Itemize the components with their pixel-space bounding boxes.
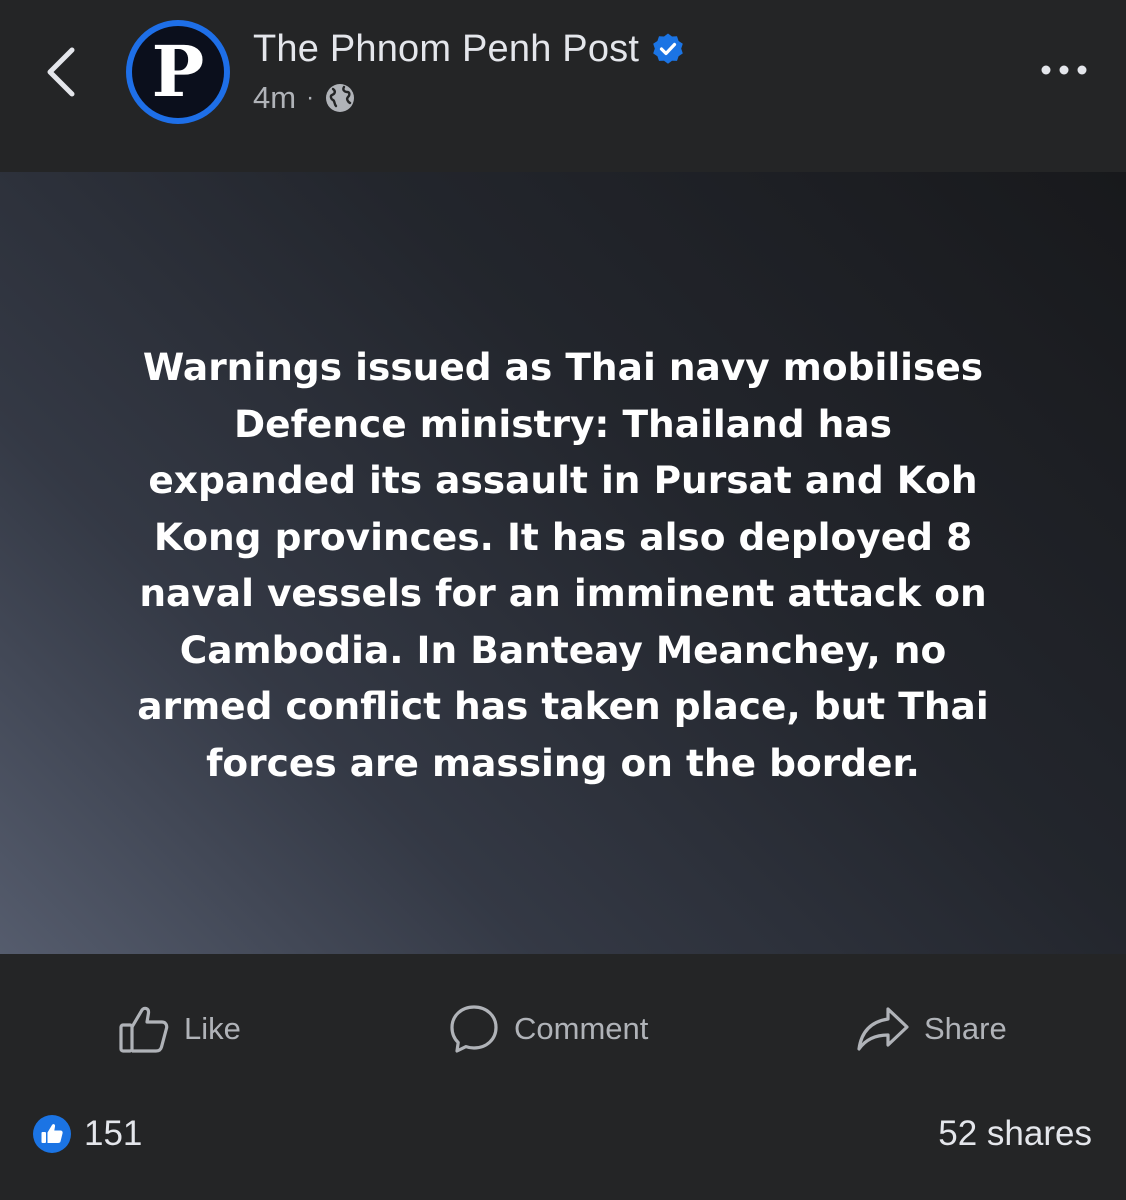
- page-name[interactable]: The Phnom Penh Post: [253, 28, 639, 71]
- like-reaction-icon: [32, 1114, 72, 1154]
- comment-bubble-icon: [450, 1005, 498, 1053]
- reaction-count: 151: [84, 1114, 143, 1153]
- share-label: Share: [924, 1011, 1007, 1046]
- post-text-card[interactable]: Warnings issued as Thai navy mobilises D…: [0, 172, 1126, 954]
- page-avatar[interactable]: P: [126, 20, 230, 124]
- post-timestamp[interactable]: 4m: [253, 80, 296, 116]
- share-button[interactable]: Share: [856, 998, 1007, 1060]
- comment-button[interactable]: Comment: [448, 998, 648, 1060]
- back-button[interactable]: [38, 42, 86, 102]
- share-count[interactable]: 52 shares: [938, 1112, 1092, 1156]
- thumbs-up-icon: [119, 1006, 169, 1053]
- post-header: P The Phnom Penh Post 4m ·: [0, 0, 1126, 172]
- post-view: P The Phnom Penh Post 4m · Warnings issu…: [0, 0, 1126, 1200]
- reaction-summary[interactable]: 151: [32, 1112, 142, 1156]
- comment-label: Comment: [514, 1011, 649, 1046]
- svg-text:P: P: [152, 30, 205, 113]
- page-name-row: The Phnom Penh Post: [253, 26, 685, 72]
- meta-separator: ·: [306, 84, 315, 111]
- verified-badge-icon: [651, 32, 685, 66]
- post-meta: 4m ·: [253, 78, 356, 118]
- globe-icon[interactable]: [324, 82, 356, 114]
- more-dots-icon: [1041, 65, 1087, 75]
- more-options-button[interactable]: [1036, 52, 1092, 88]
- chevron-left-icon: [47, 47, 75, 97]
- like-button[interactable]: Like: [118, 998, 241, 1060]
- phnom-penh-post-logo: P: [152, 30, 205, 113]
- like-label: Like: [184, 1011, 241, 1046]
- share-arrow-icon: [857, 1007, 909, 1051]
- post-body-text: Warnings issued as Thai navy mobilises D…: [137, 345, 989, 785]
